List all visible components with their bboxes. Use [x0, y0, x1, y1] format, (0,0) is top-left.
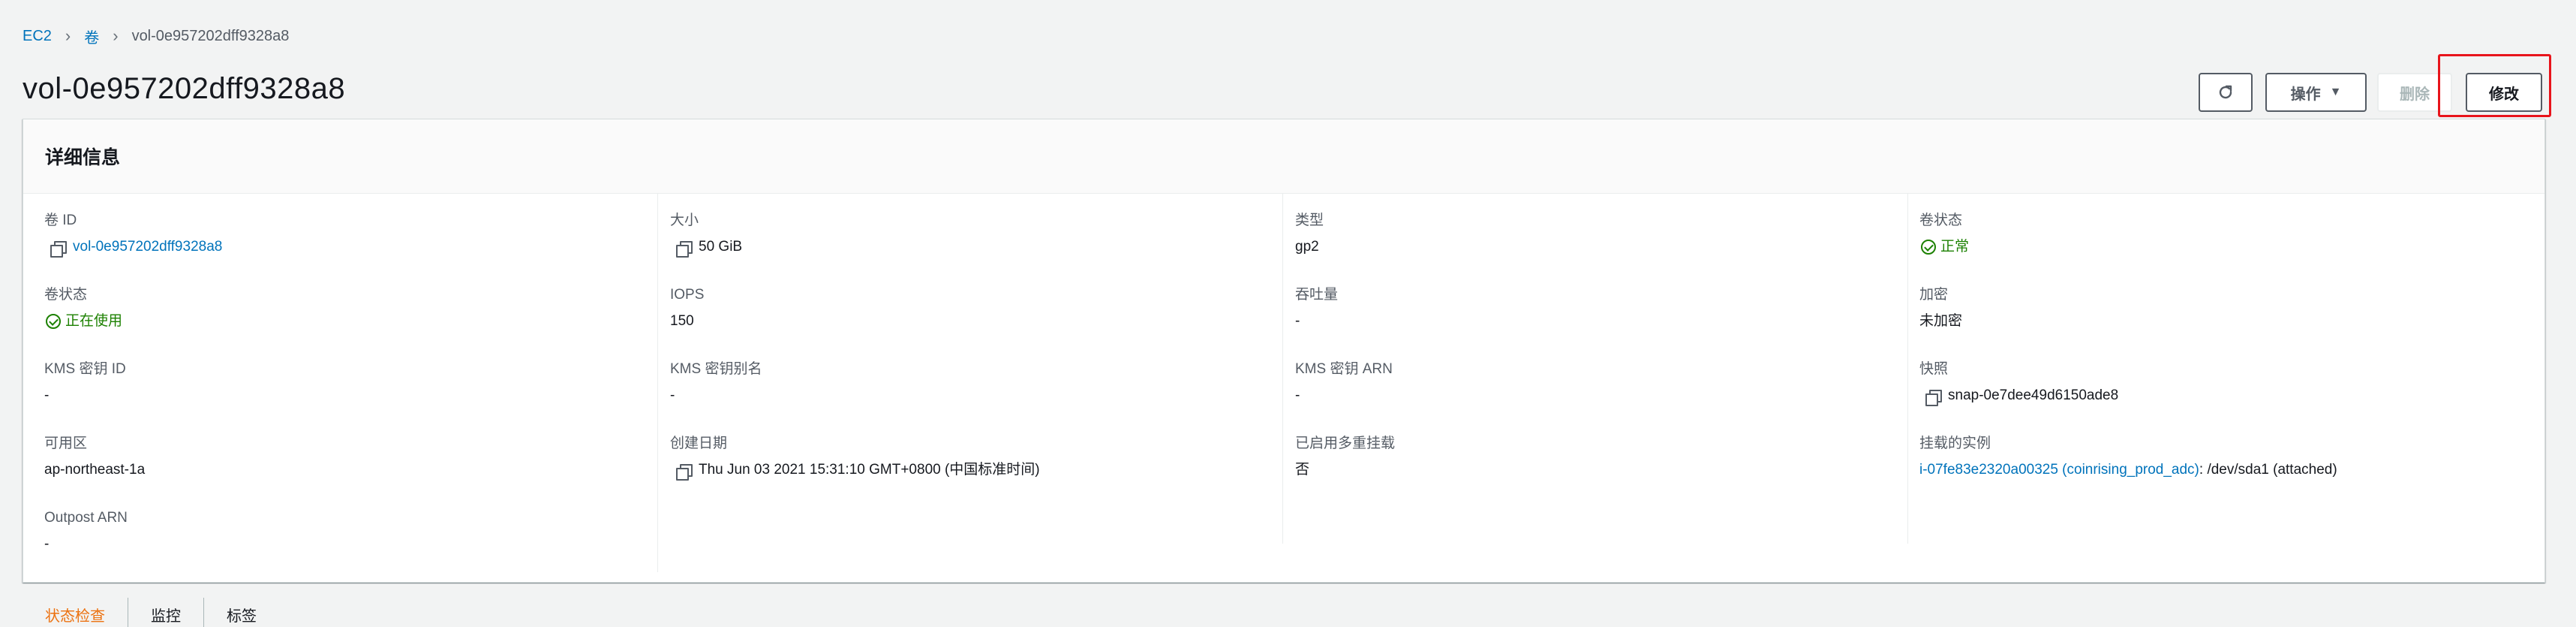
- breadcrumb: EC2 › 卷 › vol-0e957202dff9328a8: [23, 26, 290, 47]
- chevron-right-icon: ›: [65, 26, 71, 45]
- created-date-value: Thu Jun 03 2021 15:31:10 GMT+0800 (中国标准时…: [699, 462, 1040, 478]
- attached-instance-label: 挂载的实例: [1919, 436, 1991, 451]
- actions-button-label: 操作: [2290, 86, 2321, 103]
- modify-button[interactable]: 修改: [2466, 73, 2542, 112]
- delete-button[interactable]: 删除: [2377, 73, 2452, 112]
- breadcrumb-current: vol-0e957202dff9328a8: [131, 27, 290, 44]
- tab-monitoring[interactable]: 监控: [128, 598, 203, 627]
- copy-icon[interactable]: [675, 239, 693, 258]
- encryption-value: 未加密: [1919, 313, 1963, 329]
- snapshot-field: 快照 snap-0e7dee49d6150ade8: [1919, 360, 2576, 406]
- breadcrumb-volumes-link[interactable]: 卷: [84, 26, 99, 47]
- caret-down-icon: ▼: [2329, 86, 2342, 98]
- volume-status-value-row: 正常: [1919, 237, 2576, 257]
- tab-status-checks[interactable]: 状态检查: [23, 598, 128, 627]
- copy-icon[interactable]: [675, 462, 693, 481]
- status-ok-icon: [1921, 240, 1936, 255]
- volume-status-label: 卷状态: [1919, 213, 1963, 228]
- attached-device-text: : /dev/sda1 (attached): [2199, 462, 2337, 478]
- copy-icon[interactable]: [49, 239, 67, 258]
- encryption-field: 加密 未加密: [1919, 285, 2576, 331]
- snapshot-label: 快照: [1919, 361, 1949, 377]
- details-panel-title: 详细信息: [45, 147, 121, 168]
- outpost-arn-label: Outpost ARN: [44, 510, 128, 526]
- details-panel-header: 详细信息: [23, 119, 2544, 194]
- attached-instance-value-row: i-07fe83e2320a00325 (coinrising_prod_adc…: [1919, 460, 2576, 480]
- status-ok-icon: [46, 314, 61, 329]
- chevron-right-icon: ›: [113, 26, 119, 45]
- snapshot-value: snap-0e7dee49d6150ade8: [1948, 387, 2119, 403]
- encryption-label: 加密: [1919, 287, 1949, 303]
- page-title: vol-0e957202dff9328a8: [23, 72, 346, 105]
- refresh-button[interactable]: [2199, 73, 2253, 112]
- outpost-arn-field: Outpost ARN -: [44, 508, 2576, 554]
- volume-status-field: 卷状态 正常: [1919, 211, 2576, 257]
- attached-instance-field: 挂载的实例 i-07fe83e2320a00325 (coinrising_pr…: [1919, 434, 2576, 480]
- tab-tags[interactable]: 标签: [203, 598, 279, 627]
- column-divider: [657, 194, 658, 572]
- volume-id-link[interactable]: vol-0e957202dff9328a8: [73, 237, 222, 257]
- size-value: 50 GiB: [699, 239, 743, 255]
- volume-status-value: 正常: [1940, 239, 1970, 255]
- detail-tabs: 状态检查 监控 标签: [23, 598, 279, 627]
- snapshot-value-row: snap-0e7dee49d6150ade8: [1919, 386, 2576, 406]
- actions-dropdown-button[interactable]: 操作 ▼: [2265, 73, 2367, 112]
- copy-icon[interactable]: [1924, 387, 1942, 406]
- breadcrumb-ec2-link[interactable]: EC2: [23, 28, 52, 45]
- outpost-arn-value: -: [44, 536, 50, 552]
- attached-instance-link[interactable]: i-07fe83e2320a00325 (coinrising_prod_adc…: [1919, 460, 2199, 480]
- refresh-icon: [2219, 85, 2232, 99]
- volume-state-value: 正在使用: [65, 313, 123, 329]
